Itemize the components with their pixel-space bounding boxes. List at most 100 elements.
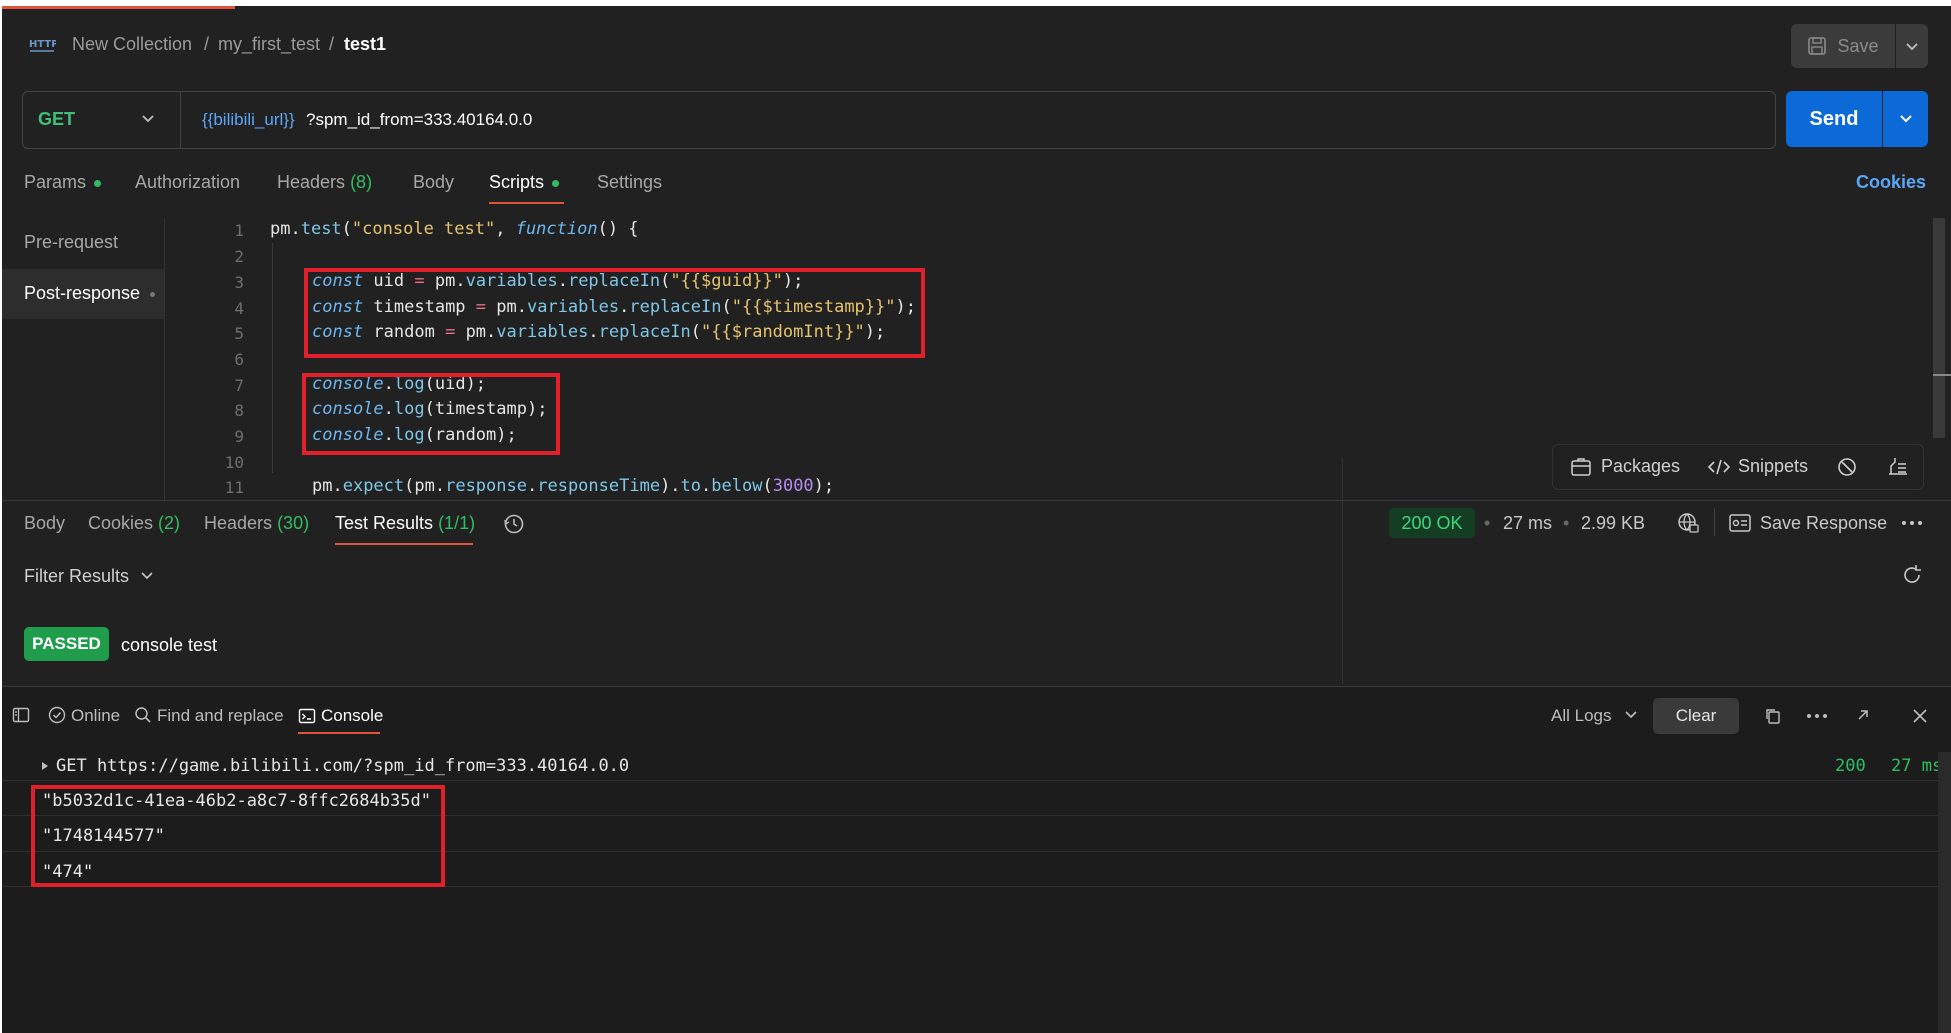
pop-out-icon[interactable]	[1854, 706, 1872, 729]
online-status[interactable]: Online	[71, 706, 120, 726]
chevron-down-icon	[1899, 115, 1912, 123]
breadcrumb-separator: /	[204, 34, 210, 54]
chevron-down-icon[interactable]	[140, 110, 156, 131]
chevron-down-icon	[1906, 43, 1918, 51]
test-name: console test	[121, 635, 218, 655]
status-badge[interactable]: 200 OK	[1389, 508, 1475, 538]
response-time[interactable]: 27 ms	[1503, 513, 1552, 534]
network-icon[interactable]	[1676, 511, 1700, 540]
console-scrollbar[interactable]	[1938, 752, 1951, 1033]
response-size[interactable]: 2.99 KB	[1581, 513, 1645, 534]
cookies-link[interactable]: Cookies	[1856, 172, 1926, 193]
request-log-entry[interactable]: GET https://game.bilibili.com/?spm_id_fr…	[56, 756, 629, 776]
tab-scripts[interactable]: Scripts	[489, 172, 560, 193]
headers-count: (30)	[277, 513, 310, 533]
post-response-dot	[150, 292, 155, 297]
close-icon[interactable]	[1910, 706, 1930, 731]
ai-assist-icon[interactable]	[1836, 456, 1858, 483]
line-number: 9	[234, 427, 244, 446]
history-icon[interactable]	[502, 512, 526, 541]
save-dropdown-button[interactable]	[1896, 24, 1928, 68]
tab-scripts-label: Scripts	[489, 172, 545, 192]
packages-icon[interactable]	[1570, 457, 1592, 482]
breadcrumb-folder[interactable]: my_first_test	[218, 34, 320, 55]
console-icon	[298, 707, 316, 730]
cookies-count: (2)	[158, 513, 181, 533]
save-response-button[interactable]: Save Response	[1760, 513, 1887, 534]
meta-separator: •	[1484, 513, 1491, 533]
response-tab-body[interactable]: Body	[24, 513, 65, 534]
line-number: 11	[224, 478, 244, 497]
log-level-dropdown[interactable]: All Logs	[1551, 706, 1638, 726]
scrollbar-marker	[1933, 374, 1951, 376]
send-button[interactable]: Send	[1786, 91, 1882, 147]
filter-results-label: Filter Results	[24, 566, 130, 586]
tab-params[interactable]: Params	[24, 172, 102, 193]
console-tab-underline	[298, 732, 380, 734]
sidebar-toggle-icon[interactable]	[12, 706, 30, 729]
chevron-down-icon	[1625, 711, 1637, 719]
response-tab-headers[interactable]: Headers (30)	[204, 513, 309, 534]
breadcrumb-collection[interactable]: New Collection	[72, 34, 192, 55]
packages-button[interactable]: Packages	[1601, 456, 1680, 477]
tab-settings[interactable]: Settings	[597, 172, 662, 193]
url-variable[interactable]: {{bilibili_url}}	[202, 110, 295, 130]
indent-guide	[272, 243, 273, 473]
save-button[interactable]: Save	[1791, 24, 1895, 68]
line-number: 7	[234, 376, 244, 395]
snippets-button[interactable]: Snippets	[1738, 456, 1808, 477]
side-divider	[164, 218, 165, 500]
send-dropdown-button[interactable]	[1883, 91, 1928, 147]
refresh-icon[interactable]	[1900, 563, 1924, 592]
response-tab-test-results-label: Test Results	[335, 513, 434, 533]
save-response-icon[interactable]	[1728, 512, 1752, 539]
tab-authorization[interactable]: Authorization	[135, 172, 240, 193]
online-icon	[48, 706, 66, 729]
response-tab-underline	[335, 543, 473, 545]
clear-console-button[interactable]: Clear	[1653, 698, 1739, 734]
more-options-icon[interactable]	[1900, 516, 1924, 535]
code-line[interactable]: pm.expect(pm.response.responseTime).to.b…	[312, 476, 834, 496]
line-number: 3	[234, 273, 244, 292]
svg-text:HTTP: HTTP	[29, 39, 56, 50]
url-input[interactable]: ?spm_id_from=333.40164.0.0	[306, 110, 532, 130]
script-pre-request[interactable]: Pre-request	[24, 232, 118, 253]
line-number: 8	[234, 401, 244, 420]
breadcrumb-request[interactable]: test1	[344, 34, 386, 55]
params-status-dot	[94, 179, 102, 187]
log-level-label: All Logs	[1551, 706, 1612, 725]
active-tab-indicator	[0, 6, 235, 9]
test-results-count: (1/1)	[438, 513, 476, 533]
highlight-box-console-logs	[302, 373, 560, 455]
find-replace-button[interactable]: Find and replace	[157, 706, 284, 726]
url-divider	[180, 92, 181, 148]
script-post-response[interactable]: Post-response	[24, 283, 140, 304]
line-number: 2	[234, 247, 244, 266]
expand-triangle-icon[interactable]	[40, 759, 50, 777]
line-number: 1	[234, 221, 244, 240]
line-number: 4	[234, 299, 244, 318]
format-icon[interactable]	[1886, 456, 1910, 483]
filter-results-dropdown[interactable]: Filter Results	[24, 566, 154, 587]
tab-active-underline	[489, 202, 564, 204]
chevron-down-icon	[141, 572, 153, 580]
highlight-box-console-output	[31, 785, 445, 887]
editor-scrollbar[interactable]	[1933, 218, 1945, 438]
method-select[interactable]: GET	[38, 109, 75, 130]
copy-icon[interactable]	[1764, 707, 1782, 730]
window-top-strip	[0, 0, 1951, 6]
tab-body[interactable]: Body	[413, 172, 454, 193]
search-icon	[134, 706, 152, 729]
console-tab[interactable]: Console	[321, 706, 383, 726]
code-icon[interactable]	[1707, 457, 1731, 482]
response-split-divider	[1342, 458, 1343, 684]
code-line[interactable]: pm.test("console test", function() {	[270, 219, 639, 239]
tab-headers-label: Headers	[277, 172, 346, 192]
response-tab-cookies[interactable]: Cookies (2)	[88, 513, 180, 534]
response-tab-test-results[interactable]: Test Results (1/1)	[335, 513, 475, 534]
tab-headers[interactable]: Headers (8)	[277, 172, 372, 193]
response-divider	[2, 500, 1951, 501]
breadcrumb-separator: /	[329, 34, 335, 54]
tab-headers-count: (8)	[350, 172, 373, 192]
console-more-icon[interactable]	[1806, 709, 1828, 727]
